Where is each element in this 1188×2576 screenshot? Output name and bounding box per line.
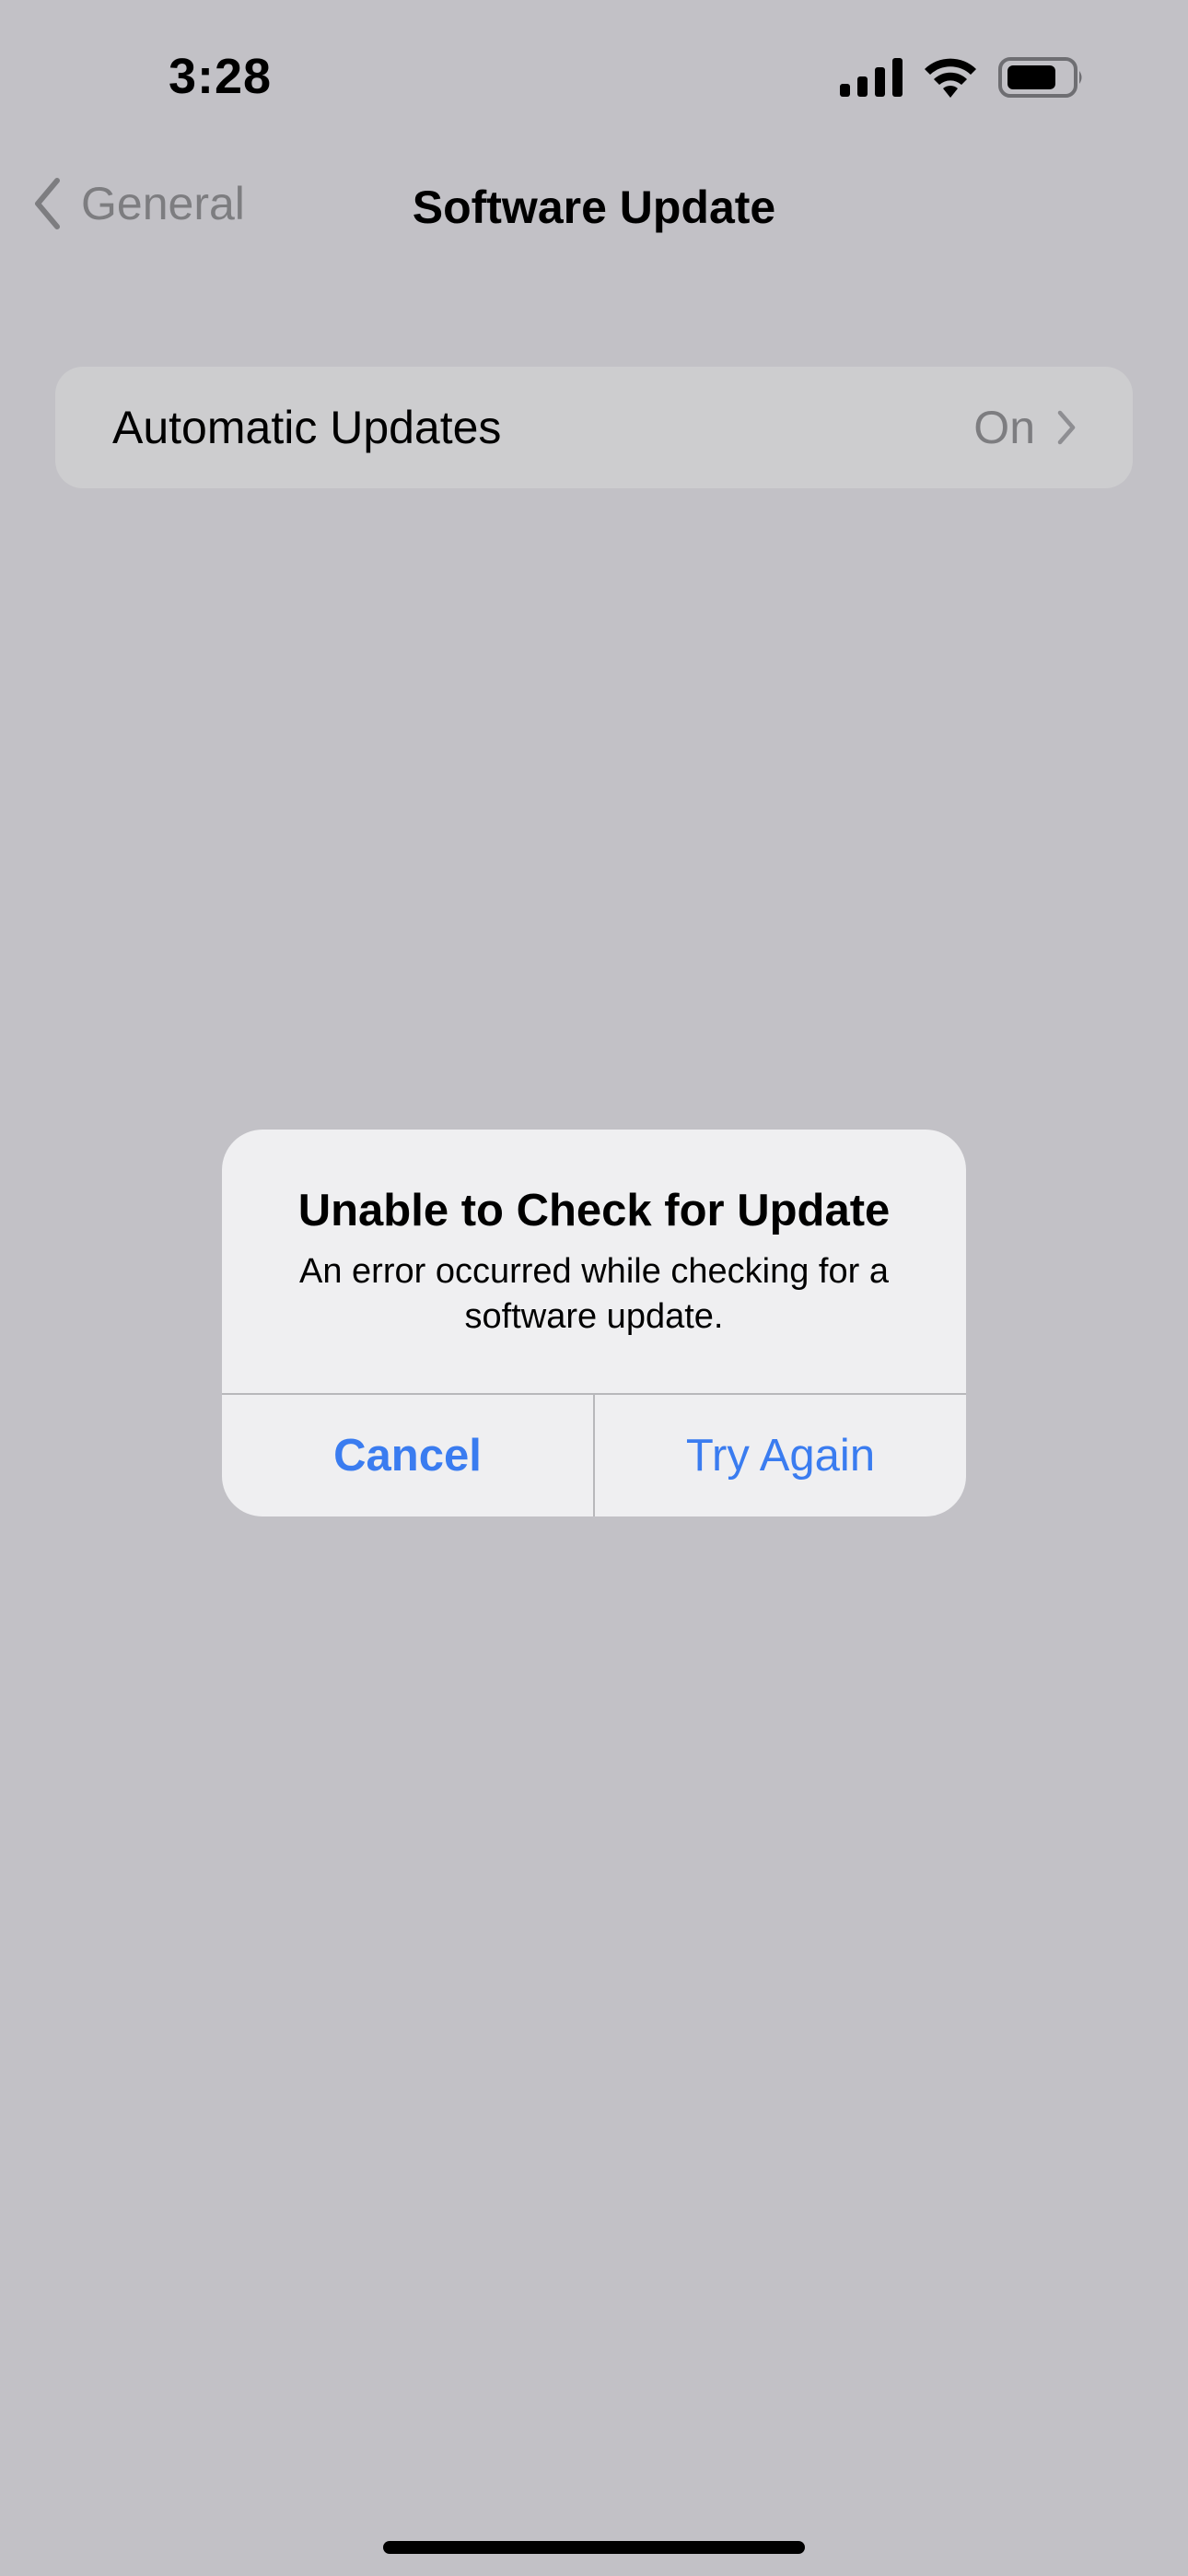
cancel-button[interactable]: Cancel [222,1395,593,1516]
page-title: Software Update [412,181,776,233]
alert-message: An error occurred while checking for a s… [299,1252,889,1336]
cellular-signal-icon [840,58,903,97]
chevron-right-icon [1057,410,1076,445]
automatic-updates-label: Automatic Updates [112,402,502,453]
status-time: 3:28 [169,49,273,104]
wifi-icon [925,58,976,98]
automatic-updates-value: On [973,402,1035,453]
automatic-updates-row[interactable]: Automatic Updates On [55,367,1133,488]
battery-icon [998,57,1082,98]
try-again-button[interactable]: Try Again [595,1395,966,1516]
alert-title: Unable to Check for Update [297,1186,891,1235]
home-indicator[interactable] [383,2541,805,2554]
status-icons [840,57,1085,98]
alert-dialog: Unable to Check for Update An error occu… [222,1130,966,1516]
